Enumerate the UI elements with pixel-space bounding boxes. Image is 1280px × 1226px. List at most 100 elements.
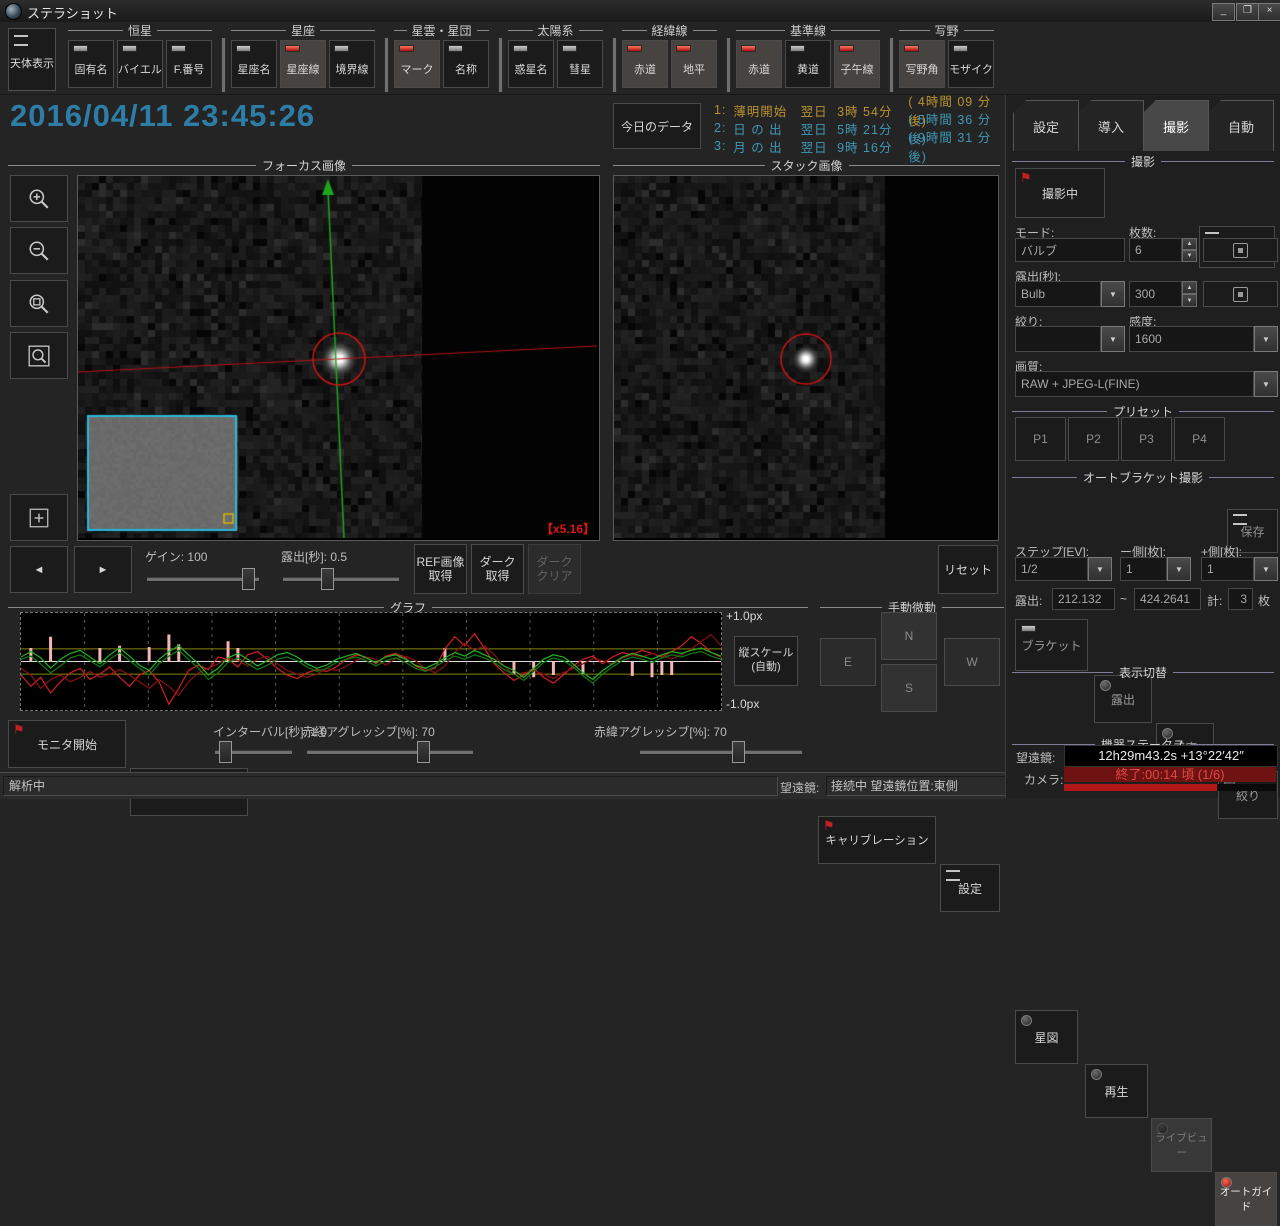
next-image-button[interactable]: ► xyxy=(74,546,132,593)
step-select-arrow[interactable]: ▼ xyxy=(1088,557,1112,581)
count-field[interactable]: 6 xyxy=(1129,238,1182,262)
spin-down-icon[interactable]: ▼ xyxy=(1182,250,1197,262)
minus-frames-select[interactable]: 1 xyxy=(1120,557,1167,581)
display-playback-button[interactable]: 再生 xyxy=(1085,1064,1148,1118)
display-toolbar: 天体表示 恒星 固有名 バイエル F.番号 星座 星座名 星座線 境界線 星雲・… xyxy=(0,22,1280,95)
quality-select[interactable]: RAW + JPEG-L(FINE) xyxy=(1015,371,1254,397)
toggle-horizontal-grid[interactable]: 地平 xyxy=(671,40,717,88)
stack-reset-button[interactable]: リセット xyxy=(938,545,998,594)
tab-settings[interactable]: 設定 xyxy=(1013,100,1079,151)
toggle-deepsky-mark[interactable]: マーク xyxy=(394,40,440,88)
toggle-constellation-boundaries[interactable]: 境界線 xyxy=(329,40,375,88)
toggle-fov-angle[interactable]: 写野角 xyxy=(899,40,945,88)
exposure-preview-button[interactable] xyxy=(1203,281,1278,307)
monitor-start-button[interactable]: ⚑モニタ開始 xyxy=(8,720,126,768)
preset-p2-button[interactable]: P2 xyxy=(1068,417,1119,461)
move-west-button[interactable]: W xyxy=(944,638,1000,686)
ra-aggressive-slider-thumb[interactable] xyxy=(417,741,430,763)
close-button[interactable]: × xyxy=(1258,3,1280,21)
toggle-constellation-lines[interactable]: 星座線 xyxy=(280,40,326,88)
focus-exposure-slider-thumb[interactable] xyxy=(321,568,334,590)
quality-select-arrow[interactable]: ▼ xyxy=(1254,371,1278,397)
ra-aggressive-slider-track[interactable] xyxy=(307,750,473,755)
toggle-bayer[interactable]: バイエル xyxy=(117,40,163,88)
count-spinner[interactable]: ▲▼ xyxy=(1182,238,1197,262)
display-autoguide-button[interactable]: オートガイド xyxy=(1215,1172,1277,1226)
mode-field[interactable]: バルブ xyxy=(1015,238,1125,262)
zoom-in-button[interactable] xyxy=(10,175,68,222)
vertical-scale-button[interactable]: 縦スケール (自動) xyxy=(734,636,798,686)
calibration-button[interactable]: ⚑キャリブレーション xyxy=(818,816,936,864)
count-preview-button[interactable] xyxy=(1203,238,1278,262)
add-region-button[interactable] xyxy=(10,494,68,541)
zoom-out-button[interactable] xyxy=(10,227,68,274)
dec-aggressive-slider-track[interactable] xyxy=(640,750,802,755)
toggle-equatorial-grid[interactable]: 赤道 xyxy=(622,40,668,88)
dec-aggressive-slider[interactable] xyxy=(640,741,802,763)
shooting-button[interactable]: ⚑撮影中 xyxy=(1015,168,1105,218)
focus-image-canvas[interactable] xyxy=(78,176,597,538)
minus-frames-select-arrow[interactable]: ▼ xyxy=(1167,557,1191,581)
group-reference-lines: 基準線 赤道 黄道 子午線 xyxy=(736,22,880,88)
focus-exposure-slider[interactable] xyxy=(283,568,399,590)
ra-aggressive-slider[interactable] xyxy=(307,741,473,763)
exposure-count-field[interactable]: 300 xyxy=(1129,281,1182,307)
interval-slider[interactable] xyxy=(215,741,292,763)
display-starmap-button[interactable]: 星図 xyxy=(1015,1010,1078,1064)
radio-icon xyxy=(1091,1069,1102,1080)
gain-slider[interactable] xyxy=(147,568,259,590)
toggle-constellation-name[interactable]: 星座名 xyxy=(231,40,277,88)
tab-shoot[interactable]: 撮影 xyxy=(1143,100,1209,151)
bracket-exposure-radio[interactable]: 露出 xyxy=(1094,675,1152,723)
preset-p4-button[interactable]: P4 xyxy=(1174,417,1225,461)
preset-p3-button[interactable]: P3 xyxy=(1121,417,1172,461)
dec-aggressive-slider-thumb[interactable] xyxy=(732,741,745,763)
dark-clear-button[interactable]: ダーク クリア xyxy=(528,544,581,594)
ref-image-button[interactable]: REF画像 取得 xyxy=(414,544,467,594)
move-east-button[interactable]: E xyxy=(820,638,876,686)
toggle-planet-name[interactable]: 惑星名 xyxy=(508,40,554,88)
toggle-flamsteed[interactable]: F.番号 xyxy=(166,40,212,88)
spin-down-icon[interactable]: ▼ xyxy=(1182,294,1197,307)
preset-p1-button[interactable]: P1 xyxy=(1015,417,1066,461)
interval-slider-thumb[interactable] xyxy=(219,741,232,763)
sky-display-button[interactable]: 天体表示 xyxy=(8,28,56,91)
plus-frames-select[interactable]: 1 xyxy=(1201,557,1254,581)
today-data-button[interactable]: 今日のデータ xyxy=(613,103,701,149)
iso-select-arrow[interactable]: ▼ xyxy=(1254,326,1278,352)
toggle-comet[interactable]: 彗星 xyxy=(557,40,603,88)
tab-auto[interactable]: 自動 xyxy=(1208,100,1274,151)
aperture-select[interactable] xyxy=(1015,326,1101,352)
dark-capture-button[interactable]: ダーク 取得 xyxy=(471,544,524,594)
toggle-ecliptic[interactable]: 黄道 xyxy=(785,40,831,88)
spin-up-icon[interactable]: ▲ xyxy=(1182,238,1197,250)
restore-button[interactable]: ❐ xyxy=(1236,3,1259,21)
zoom-region-button[interactable] xyxy=(10,280,68,327)
display-liveview-button[interactable]: ライブビュー xyxy=(1151,1118,1212,1172)
star-search-button[interactable] xyxy=(10,332,68,379)
graph-bottom-label: -1.0px xyxy=(726,697,759,711)
guide-settings-button[interactable]: 設定 xyxy=(940,864,1000,912)
plus-frames-select-arrow[interactable]: ▼ xyxy=(1254,557,1278,581)
toggle-deepsky-name[interactable]: 名称 xyxy=(443,40,489,88)
app-icon xyxy=(5,3,22,20)
toggle-proper-name[interactable]: 固有名 xyxy=(68,40,114,88)
tab-goto[interactable]: 導入 xyxy=(1078,100,1144,151)
iso-select[interactable]: 1600 xyxy=(1129,326,1254,352)
spin-up-icon[interactable]: ▲ xyxy=(1182,281,1197,294)
aperture-select-arrow[interactable]: ▼ xyxy=(1101,326,1125,352)
exposure-select-arrow[interactable]: ▼ xyxy=(1101,281,1125,307)
toggle-celestial-equator[interactable]: 赤道 xyxy=(736,40,782,88)
exposure-select[interactable]: Bulb xyxy=(1015,281,1101,307)
focus-exposure-slider-track[interactable] xyxy=(283,577,399,582)
stack-image-canvas[interactable] xyxy=(614,176,996,538)
toggle-meridian[interactable]: 子午線 xyxy=(834,40,880,88)
move-north-button[interactable]: N xyxy=(881,612,937,660)
move-south-button[interactable]: S xyxy=(881,664,937,712)
minimize-button[interactable]: _ xyxy=(1212,3,1235,21)
prev-image-button[interactable]: ◄ xyxy=(10,546,68,593)
exposure-spinner[interactable]: ▲▼ xyxy=(1182,281,1197,307)
gain-slider-thumb[interactable] xyxy=(242,568,255,590)
step-select[interactable]: 1/2 xyxy=(1015,557,1088,581)
toggle-mosaic[interactable]: モザイク xyxy=(948,40,994,88)
